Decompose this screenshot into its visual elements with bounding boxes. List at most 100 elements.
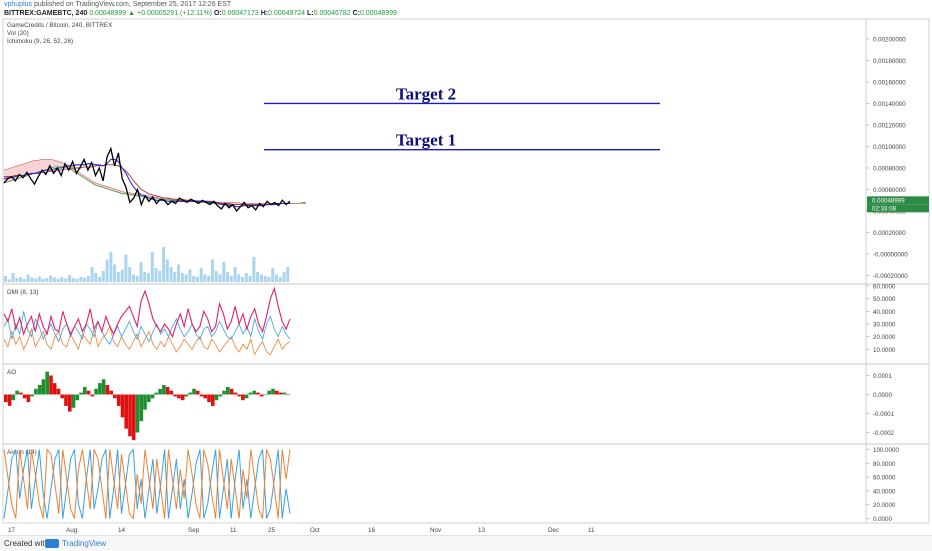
ao-bar [52, 383, 57, 395]
aroon-tick-label: 20.0000 [873, 502, 896, 509]
dmi-minus-line [3, 325, 291, 356]
ao-bar [282, 392, 287, 395]
low-key: L: [307, 10, 314, 17]
price-tick-label: 0.00160000 [873, 79, 906, 86]
senkou-span-a-line [3, 166, 306, 205]
volume-bar [131, 274, 135, 282]
volume-bar [162, 247, 166, 282]
ao-bar [45, 371, 49, 395]
ao-tick-label: 0.0001 [873, 373, 892, 380]
volume-bar [203, 274, 207, 282]
volume-bar [120, 269, 124, 282]
volume-bar [173, 272, 177, 282]
time-axis-label: 11 [588, 527, 595, 534]
volume-bar [90, 267, 94, 282]
ao-bar [41, 379, 46, 395]
ao-bar [256, 392, 260, 395]
price-legend-label: Vol (20) [7, 30, 29, 37]
volume-bar [45, 278, 49, 282]
ao-bar [143, 394, 147, 410]
ao-bar [192, 388, 196, 395]
ao-bar [64, 394, 68, 406]
ao-bar [131, 394, 136, 441]
volume-bar [60, 277, 64, 282]
high-value: 0.00049724 [268, 10, 306, 17]
publish-info: vphuplus published on TradingView.com, S… [4, 1, 231, 8]
volume-bar [116, 272, 120, 282]
ao-bar [19, 392, 23, 395]
volume-bar [101, 271, 105, 282]
ao-bar [188, 392, 192, 395]
ao-bar [211, 394, 215, 406]
ao-bar [34, 388, 38, 395]
volume-bar [4, 276, 7, 282]
created-with-text: Created with [4, 539, 49, 548]
volume-bar [271, 268, 275, 282]
volume-bar [184, 274, 188, 282]
volume-bar [86, 276, 90, 282]
ao-bar [37, 385, 42, 395]
ao-bar [229, 388, 234, 395]
chart-canvas[interactable]: Target 2 Target 1 GameCredits / Bitcoin, 2… [0, 18, 932, 535]
ao-bar [68, 394, 72, 412]
volume-bar [256, 272, 260, 282]
volume-bar [211, 259, 214, 282]
volume-bar [241, 277, 245, 282]
volume-bar [79, 277, 83, 282]
time-axis-label: 11 [230, 527, 237, 534]
ao-bar [71, 394, 76, 408]
ao-bar [271, 388, 275, 395]
aroon-tick-label: 100.0000 [873, 447, 899, 454]
open-value: 0.00047173 [221, 10, 259, 17]
aroon-pane[interactable]: Aroon (14) 100.000080.000060.000040.00002… [3, 447, 899, 523]
ao-bar [154, 392, 159, 395]
tradingview-link[interactable]: TradingView [62, 539, 106, 548]
price-legend-label: Ichimoku (9, 26, 52, 26) [7, 38, 73, 45]
ao-bar [158, 388, 162, 395]
ao-pane[interactable]: AO 0.0001 0.0000 -0.0001 -0.0002 [4, 369, 895, 441]
volume-bar [98, 277, 102, 282]
author-link[interactable]: vphuplus [4, 1, 32, 8]
volume-bar [222, 262, 226, 282]
close-value: 0.00048999 [359, 10, 397, 17]
volume-bar [37, 276, 41, 282]
dmi-tick-label: 40.0000 [873, 309, 896, 316]
volume-bar [259, 274, 263, 282]
volume-bar [229, 276, 233, 282]
volume-bar [41, 279, 45, 282]
dmi-tick-label: 30.0000 [873, 322, 896, 329]
volume-bar [214, 271, 218, 282]
ao-bar [90, 394, 95, 397]
volume-bar [26, 274, 30, 282]
high-key: H: [260, 10, 269, 17]
ao-bar [259, 394, 264, 397]
volume-bar [233, 267, 237, 282]
volume-bar [244, 273, 248, 282]
ao-tick-label: 0.0000 [873, 392, 892, 399]
ao-bar [263, 394, 268, 396]
volume-bar [19, 277, 23, 282]
volume-bar [180, 273, 184, 282]
dmi-pane[interactable]: DMI (8, 13) 60.0000 50.0000 40.0000 30.0000 2… [3, 284, 896, 356]
volume-bar [274, 274, 278, 282]
ao-bar [105, 385, 110, 395]
target-label: Target 1 [396, 131, 456, 150]
volume-bar [165, 259, 169, 282]
ao-bar [244, 394, 249, 399]
price-pane[interactable]: Target 2 Target 1 GameCredits / Bitcoin, 2… [3, 22, 929, 282]
ao-bar [226, 386, 230, 395]
dmi-tick-label: 10.0000 [873, 347, 896, 354]
ao-bar [7, 394, 12, 406]
volume-bar [11, 273, 15, 282]
target-label: Target 2 [396, 84, 456, 103]
time-axis: 17 Aug 14 Sep 11 25 Oct 16 Nov 13 Dec 11 [8, 527, 595, 534]
ao-bar [184, 394, 189, 397]
volume-bar [147, 273, 150, 282]
dmi-tick-label: 20.0000 [873, 334, 896, 341]
ao-tick-label: -0.0001 [873, 411, 895, 418]
volume-bar [64, 278, 68, 282]
ao-bar [101, 379, 106, 395]
ao-bar [139, 394, 144, 422]
ao-title: AO [7, 369, 16, 376]
ao-bar [26, 394, 31, 403]
